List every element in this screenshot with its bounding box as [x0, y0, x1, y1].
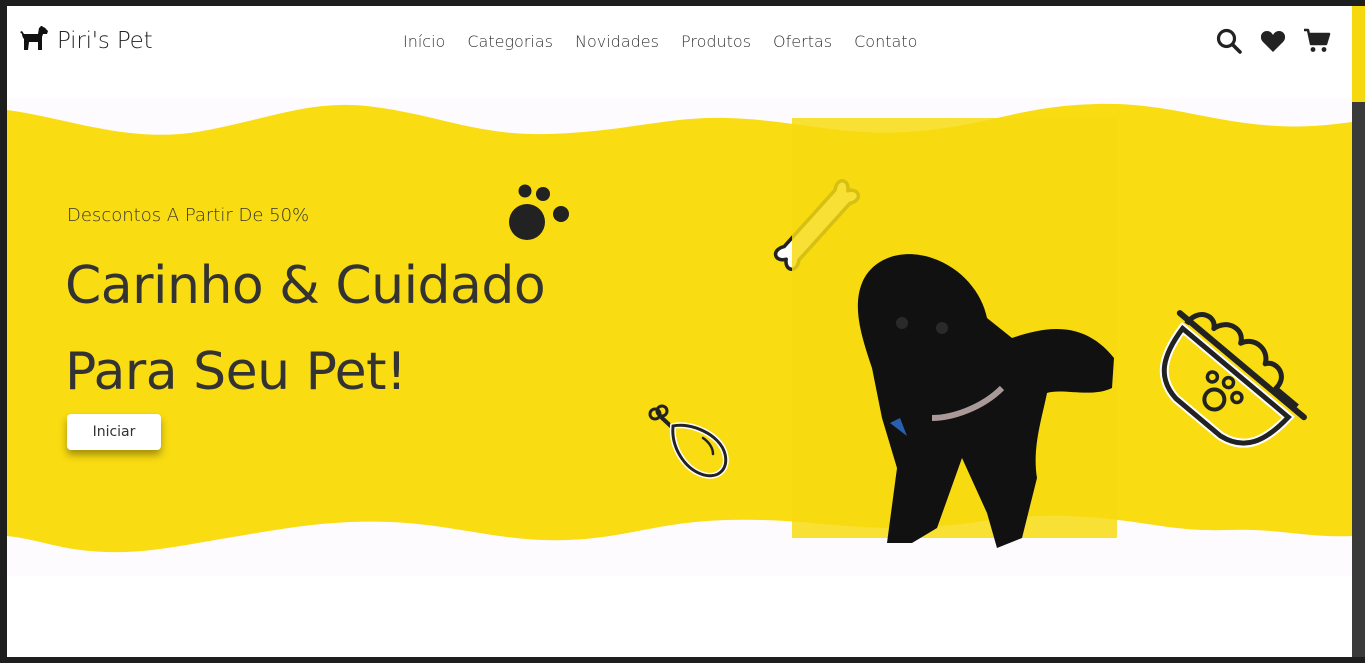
main-nav: Início Categorias Novidades Produtos Ofe…: [403, 28, 917, 54]
nav-item-novidades[interactable]: Novidades: [575, 32, 659, 51]
hero-title: Carinho & Cuidado Para Seu Pet!: [65, 243, 685, 415]
dog-icon: [19, 25, 49, 56]
hero-title-line-2: Para Seu Pet!: [65, 342, 407, 402]
start-button[interactable]: Iniciar: [67, 414, 161, 450]
brand-name: Piri's Pet: [57, 28, 153, 54]
nav-item-inicio[interactable]: Início: [403, 32, 445, 51]
browser-viewport: Piri's Pet Início Categorias Novidades P…: [7, 6, 1352, 657]
hero-subtitle: Descontos A Partir De 50%: [67, 205, 310, 226]
nav-item-ofertas[interactable]: Ofertas: [773, 32, 832, 51]
paw-icon: [509, 184, 569, 240]
drumstick-icon: [648, 404, 729, 479]
cart-icon[interactable]: [1303, 27, 1331, 55]
dog-photo: [792, 118, 1117, 573]
hero-banner: Descontos A Partir De 50% Carinho & Cuid…: [7, 98, 1352, 576]
vertical-scrollbar[interactable]: [1352, 6, 1365, 657]
nav-item-produtos[interactable]: Produtos: [681, 32, 751, 51]
header-icons: [1215, 24, 1331, 58]
pet-bowl-icon: [1159, 310, 1307, 448]
hero-title-line-1: Carinho & Cuidado: [65, 256, 546, 316]
scrollbar-thumb[interactable]: [1352, 6, 1365, 102]
brand-logo[interactable]: Piri's Pet: [19, 24, 153, 58]
site-header: Piri's Pet Início Categorias Novidades P…: [7, 6, 1352, 76]
search-icon[interactable]: [1215, 27, 1243, 55]
nav-item-contato[interactable]: Contato: [854, 32, 917, 51]
nav-item-categorias[interactable]: Categorias: [467, 32, 553, 51]
heart-icon[interactable]: [1259, 27, 1287, 55]
